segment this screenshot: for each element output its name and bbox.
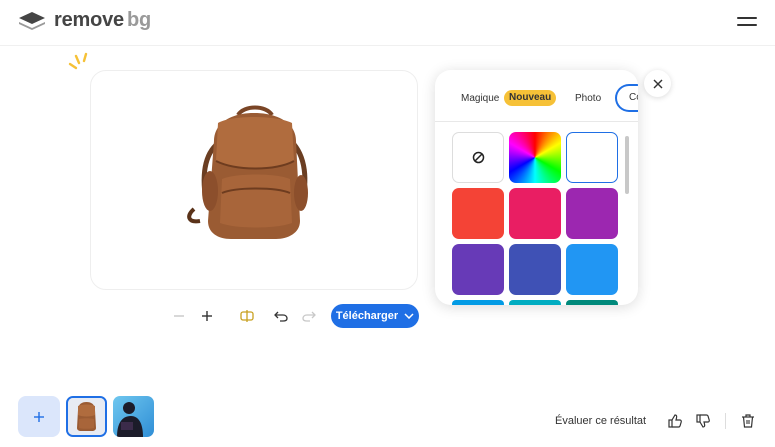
compare-icon — [240, 310, 254, 322]
redo-icon — [302, 311, 316, 322]
add-image-button[interactable] — [18, 396, 60, 437]
logo[interactable]: remove bg — [18, 9, 151, 32]
zoom-in-button[interactable] — [196, 305, 218, 327]
background-tabs: Magique Nouveau Photo Co — [435, 70, 638, 122]
plus-icon — [202, 311, 212, 321]
sparkle-icon — [68, 52, 88, 70]
new-badge: Nouveau — [504, 90, 557, 106]
redo-button[interactable] — [298, 305, 320, 327]
swatch-white[interactable] — [566, 132, 618, 183]
swatch-blue[interactable] — [566, 244, 618, 295]
thumbs-down-button[interactable] — [695, 413, 711, 429]
undo-icon — [274, 311, 288, 322]
swatch-teal[interactable] — [566, 300, 618, 305]
undo-button[interactable] — [270, 305, 292, 327]
top-header: remove bg — [0, 0, 775, 46]
backpack-thumbnail-image — [68, 398, 105, 435]
backpack-image — [187, 105, 308, 239]
swatch-none[interactable] — [452, 132, 504, 183]
download-button[interactable]: Télécharger — [331, 304, 419, 328]
swatch-indigo[interactable] — [509, 244, 561, 295]
trash-icon — [742, 414, 754, 428]
close-icon — [653, 79, 662, 88]
rate-result-label: Évaluer ce résultat — [555, 415, 647, 427]
swatch-rainbow-gradient[interactable] — [509, 132, 561, 183]
download-label: Télécharger — [335, 310, 399, 322]
thumbs-down-icon — [696, 414, 710, 428]
chevron-down-icon — [404, 313, 414, 319]
logo-text-bg: bg — [126, 9, 151, 31]
thumbs-up-button[interactable] — [667, 413, 683, 429]
logo-text-remove: remove — [54, 9, 124, 31]
close-panel-button[interactable] — [644, 70, 671, 97]
tab-color[interactable]: Co — [615, 84, 638, 112]
plus-icon — [34, 411, 44, 422]
compare-button[interactable] — [236, 305, 258, 327]
swatch-light-blue[interactable] — [452, 300, 504, 305]
image-toolbar — [168, 303, 320, 329]
tab-magique[interactable]: Magique — [461, 93, 499, 104]
swatch-cyan[interactable] — [509, 300, 561, 305]
menu-icon — [737, 17, 757, 19]
zoom-out-button[interactable] — [168, 305, 190, 327]
thumbs-up-icon — [668, 414, 682, 428]
tab-photo[interactable]: Photo — [575, 93, 601, 104]
panel-scrollbar[interactable] — [625, 136, 629, 194]
swatch-pink[interactable] — [509, 188, 561, 239]
minus-icon — [174, 315, 184, 317]
swatch-purple[interactable] — [566, 188, 618, 239]
person-thumbnail-image — [117, 402, 143, 437]
delete-button[interactable] — [740, 413, 756, 429]
thumbnail-backpack[interactable] — [66, 396, 107, 437]
footer-divider — [725, 413, 726, 429]
color-swatch-grid — [452, 132, 622, 305]
thumbnail-person[interactable] — [113, 396, 154, 437]
background-panel: Magique Nouveau Photo Co — [435, 70, 638, 305]
swatch-deep-purple[interactable] — [452, 244, 504, 295]
swatch-red[interactable] — [452, 188, 504, 239]
logo-icon — [19, 11, 45, 30]
no-color-icon — [472, 151, 484, 164]
image-preview-card — [90, 70, 418, 290]
menu-button[interactable] — [737, 15, 757, 29]
